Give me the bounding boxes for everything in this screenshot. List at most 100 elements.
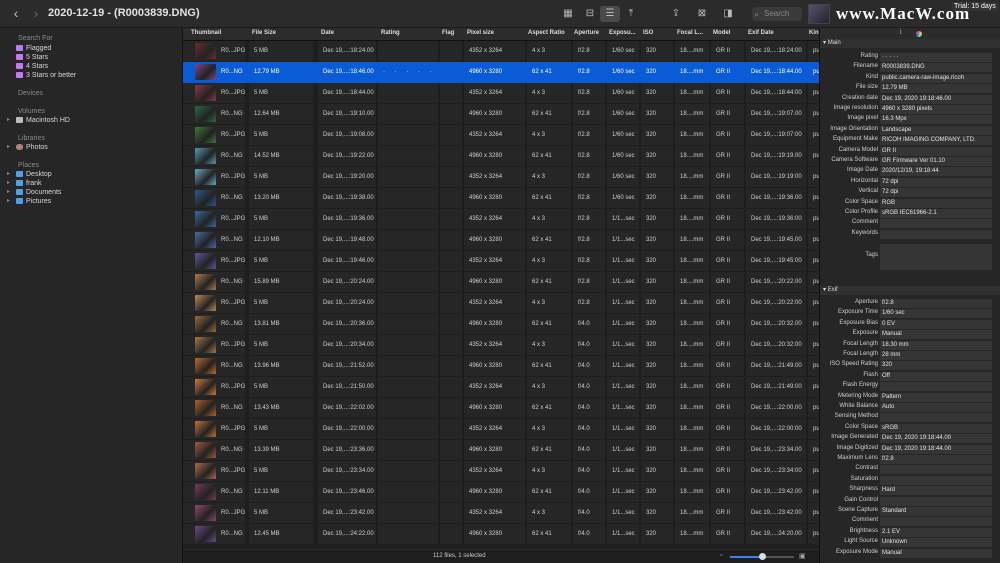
table-row[interactable]: R0...NG 15.89 MB Dec 19,...:20:24.00 4960 x… (183, 272, 819, 293)
meta-value-field[interactable]: Auto (880, 403, 992, 412)
meta-value-field[interactable]: 28 mm (880, 351, 992, 360)
meta-value-field[interactable]: Off (880, 371, 992, 381)
sidebar-item-desktop[interactable]: ▸ Desktop (7, 170, 52, 179)
meta-value-field[interactable] (880, 413, 992, 423)
meta-value-field[interactable] (880, 229, 992, 239)
table-row[interactable]: R0...NG 13.81 MB Dec 19,...:20:36.00 4960 x… (183, 314, 819, 335)
share-icon[interactable]: ⇪ (666, 6, 686, 22)
section-main-header[interactable]: ▾ Main (820, 39, 1000, 48)
table-row[interactable]: R0...NG 14.52 MB Dec 19,...:19:22.00 4960 x… (183, 146, 819, 167)
split-view-icon[interactable]: ⊟ (580, 6, 600, 22)
meta-value-field[interactable]: Manual (880, 548, 992, 558)
color-wheel-icon[interactable] (916, 31, 922, 37)
table-row[interactable]: R0...JPG 5 MB Dec 19,...:20:24.00 4352 x 32… (183, 293, 819, 314)
column-aperture[interactable]: Aperture (574, 30, 599, 36)
export-icon[interactable]: ⤒ (621, 6, 641, 22)
disclosure-triangle-icon[interactable]: ▸ (7, 143, 10, 152)
column-focal-length[interactable]: Focal L... (677, 30, 703, 36)
table-row[interactable]: R0...NG 12.10 MB Dec 19,...:19:48.00 4960 x… (183, 230, 819, 251)
meta-value-field[interactable] (880, 517, 992, 527)
sidebar-item-pictures[interactable]: ▸ Pictures (7, 197, 51, 206)
disclosure-triangle-icon[interactable]: ▸ (7, 197, 10, 206)
column-exif-date[interactable]: Exif Date (748, 30, 774, 36)
column-rating[interactable]: Rating (381, 30, 400, 36)
meta-value-field[interactable]: Landscape (880, 125, 992, 135)
sidebar-item-5-stars[interactable]: 5 Stars (16, 53, 48, 62)
meta-value-field[interactable]: 1/60 sec (880, 309, 992, 319)
column-flag[interactable]: Flag (442, 30, 454, 36)
meta-value-field[interactable]: GR II (880, 146, 992, 156)
table-row[interactable]: R0...NG 13.20 MB Dec 19,...:19:38.00 4960 x… (183, 188, 819, 209)
table-row[interactable]: R0...JPG 5 MB Dec 19,...:19:20.00 4352 x 32… (183, 167, 819, 188)
sidebar-item-3-stars[interactable]: 3 Stars or better (16, 71, 76, 80)
table-row[interactable]: R0...JPG 5 MB Dec 19,...:20:34.00 4352 x 32… (183, 335, 819, 356)
sidebar-item-photos[interactable]: ▸ Photos (7, 143, 48, 152)
table-row[interactable]: R0...NG 12.64 MB Dec 19,...:19:10.00 4960 x… (183, 104, 819, 125)
table-row[interactable]: R0...JPG 5 MB Dec 19,...:19:36.00 4352 x 32… (183, 209, 819, 230)
table-row[interactable]: R0...JPG 5 MB Dec 19,...:19:08.00 4352 x 32… (183, 125, 819, 146)
meta-value-field[interactable]: Unknown (880, 538, 992, 548)
column-exposure[interactable]: Exposu... (609, 30, 636, 36)
table-row[interactable]: R0...NG 12.79 MB Dec 19,...:18:46.00 · · · … (183, 62, 819, 83)
meta-value-field[interactable]: sRGB IEC61966-2.1 (880, 209, 992, 218)
meta-value-field[interactable]: f/2.8 (880, 299, 992, 308)
column-file-size[interactable]: File Size (252, 30, 276, 36)
table-row[interactable]: R0...NG 13.96 MB Dec 19,...:21:52.00 4960 x… (183, 356, 819, 377)
meta-value-field[interactable] (880, 475, 992, 485)
meta-value-field[interactable]: R0003839.DNG (880, 63, 992, 73)
meta-value-field[interactable]: Dec 19, 2020 19:18:46.00 (880, 94, 992, 104)
meta-value-field[interactable]: sRGB (880, 423, 992, 433)
meta-value-field[interactable]: 18.30 mm (880, 340, 992, 350)
zoom-slider[interactable] (730, 553, 794, 560)
table-row[interactable]: R0...JPG 5 MB Dec 19,...:19:46.00 4352 x 32… (183, 251, 819, 272)
tag-icon[interactable]: ◨ (718, 6, 738, 22)
meta-value-field[interactable]: 2020/12/19, 19:18:44 (880, 167, 992, 177)
disclosure-triangle-icon[interactable]: ▸ (7, 188, 10, 197)
sidebar-item-macintosh-hd[interactable]: ▸ Macintosh HD (7, 116, 70, 125)
zoom-slider-knob[interactable] (759, 553, 766, 560)
sidebar-item-4-stars[interactable]: 4 Stars (16, 62, 48, 71)
column-model[interactable]: Model (713, 30, 730, 36)
meta-value-field[interactable]: public.camera-raw-image.ricoh (880, 73, 992, 83)
column-pixel-size[interactable]: Pixel size (467, 30, 494, 36)
disclosure-triangle-icon[interactable]: ▸ (7, 116, 10, 125)
table-row[interactable]: R0...NG 13.39 MB Dec 19,...:23:36.00 4960 x… (183, 440, 819, 461)
trash-icon[interactable]: ⊠ (692, 6, 712, 22)
sidebar-item-flagged[interactable]: Flagged (16, 44, 51, 53)
meta-value-field[interactable] (880, 465, 992, 475)
meta-value-field[interactable]: Manual (880, 330, 992, 340)
meta-value-field[interactable]: GR Firmware Ver 01.10 (880, 157, 992, 166)
disclosure-triangle-icon[interactable]: ▸ (7, 179, 10, 188)
forward-arrow-icon[interactable]: › (28, 5, 44, 21)
meta-value-field[interactable]: Pattern (880, 392, 992, 402)
search-input[interactable]: Search (752, 7, 802, 21)
table-row[interactable]: R0...JPG 5 MB Dec 19,...:22:00.00 4352 x 32… (183, 419, 819, 440)
meta-value-field[interactable]: RICOH IMAGING COMPANY, LTD. (880, 136, 992, 146)
grid-view-icon[interactable]: ▦ (558, 6, 578, 22)
table-row[interactable]: R0...NG 12.45 MB Dec 19,...:24:22.00 4960 x… (183, 524, 819, 545)
meta-value-field[interactable] (880, 243, 992, 270)
table-row[interactable]: R0...JPG 5 MB Dec 19,...:23:42.00 4352 x 32… (183, 503, 819, 524)
meta-value-field[interactable]: 0 EV (880, 319, 992, 329)
table-row[interactable]: R0...NG 13.43 MB Dec 19,...:22:02.00 4960 x… (183, 398, 819, 419)
meta-value-field[interactable]: 72 dpi (880, 188, 992, 198)
sidebar-item-documents[interactable]: ▸ Documents (7, 188, 61, 197)
table-row[interactable]: R0...JPG 5 MB Dec 19,...:18:44.00 4352 x 32… (183, 83, 819, 104)
table-row[interactable]: R0...JPG 5 MB Dec 19,...:21:50.00 4352 x 32… (183, 377, 819, 398)
meta-value-field[interactable]: 72 dpi (880, 177, 992, 187)
column-iso[interactable]: ISO (643, 30, 653, 36)
column-kind[interactable]: Kin (809, 30, 819, 36)
meta-value-field[interactable]: 12.79 MB (880, 84, 992, 94)
meta-value-field[interactable]: 16.3 Mpx (880, 115, 992, 125)
column-thumbnail[interactable]: Thumbnail (191, 30, 221, 36)
column-aspect-ratio[interactable]: Aspect Ratio (528, 30, 565, 36)
disclosure-triangle-icon[interactable]: ▸ (7, 170, 10, 179)
meta-value-field[interactable] (880, 382, 992, 392)
section-exif-header[interactable]: ▾ Exif (820, 286, 1000, 295)
back-arrow-icon[interactable]: ‹ (8, 5, 24, 21)
table-row[interactable]: R0...JPG 5 MB Dec 19,...:23:34.00 4352 x 32… (183, 461, 819, 482)
meta-value-field[interactable]: RGB (880, 198, 992, 208)
meta-value-field[interactable]: Hard (880, 486, 992, 496)
table-row[interactable]: R0...NG 12.11 MB Dec 19,...:23:46.00 4960 x… (183, 482, 819, 503)
meta-value-field[interactable]: 2.1 EV (880, 527, 992, 537)
